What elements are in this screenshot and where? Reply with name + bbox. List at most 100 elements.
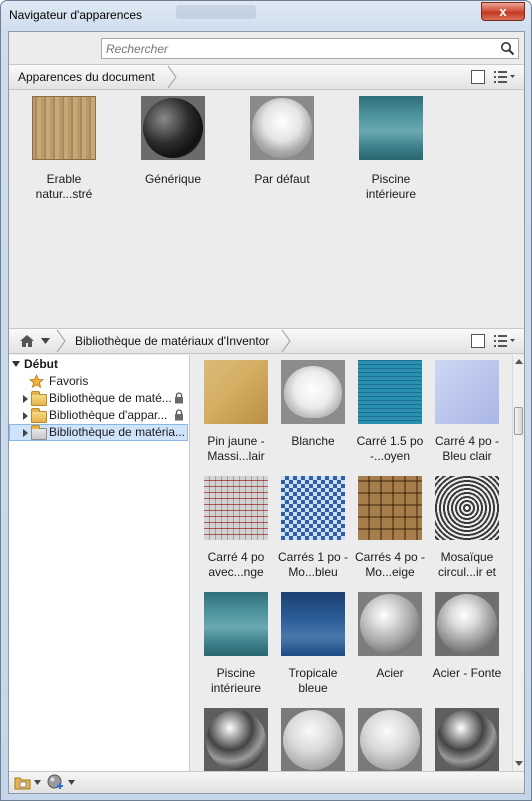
material-label: Carré 4 po - Bleu clair: [434, 434, 500, 463]
material-tile[interactable]: Carré 1.5 po -...oyen: [352, 360, 428, 464]
material-thumbnail[interactable]: [204, 360, 268, 424]
close-button[interactable]: x: [481, 2, 525, 21]
material-tile[interactable]: [352, 708, 428, 771]
material-label: Carrés 4 po - Mo...eige: [354, 550, 426, 579]
material-thumbnail[interactable]: [204, 476, 268, 540]
background-title-ghost: [176, 5, 256, 19]
document-appearances: Erable natur...stré Générique Par défaut…: [9, 93, 524, 329]
material-label: Mosaïque circul...ir et: [437, 550, 496, 579]
material-tile[interactable]: Mosaïque circul...ir et: [429, 476, 505, 580]
appearance-thumbnail[interactable]: [359, 96, 423, 160]
material-tile[interactable]: Pin jaune - Massi...lair: [198, 360, 274, 464]
material-grid: Pin jaune - Massi...lair Blanche Carré 1…: [191, 355, 511, 771]
material-thumbnail[interactable]: [204, 592, 268, 656]
material-tile[interactable]: Carrés 1 po - Mo...bleu: [275, 476, 351, 580]
tree-item-library-3[interactable]: Bibliothèque de matéria...: [9, 424, 188, 441]
expand-right-icon[interactable]: [23, 395, 28, 403]
material-tile[interactable]: Acier: [352, 592, 428, 681]
appearance-label: Par défaut: [254, 172, 310, 186]
document-toolbar: Apparences du document: [9, 64, 524, 90]
client-area: Apparences du document Erable natur...st…: [8, 31, 525, 794]
material-tile[interactable]: [275, 708, 351, 771]
material-label: Pin jaune - Massi...lair: [207, 434, 265, 463]
tree-item-favoris[interactable]: Favoris: [9, 373, 189, 390]
tree-item-library-1[interactable]: Bibliothèque de maté...: [9, 390, 189, 407]
material-thumbnail[interactable]: [281, 476, 345, 540]
material-thumbnail[interactable]: [358, 708, 422, 771]
folder-icon: [31, 391, 47, 406]
appearance-thumbnail[interactable]: [250, 96, 314, 160]
material-tile[interactable]: [198, 708, 274, 771]
tree-item-library-2[interactable]: Bibliothèque d'appar...: [9, 407, 189, 424]
material-tile[interactable]: Piscine intérieure: [198, 592, 274, 696]
library-manager-icon[interactable]: [14, 775, 32, 790]
tree-item-label: Bibliothèque de matéria...: [49, 425, 186, 439]
title-bar: Navigateur d'apparences x: [1, 1, 531, 31]
appearance-tile[interactable]: Erable natur...stré: [19, 96, 109, 202]
material-thumbnail[interactable]: [435, 360, 499, 424]
expand-right-icon[interactable]: [23, 412, 28, 420]
scroll-up-icon[interactable]: [515, 359, 523, 364]
window-title: Navigateur d'apparences: [9, 8, 143, 22]
breadcrumb-chevron-icon: [56, 329, 66, 353]
panel-view-icon[interactable]: [471, 70, 485, 84]
material-thumbnail[interactable]: [281, 708, 345, 771]
star-icon: [29, 374, 44, 389]
chevron-down-icon[interactable]: [68, 780, 75, 785]
breadcrumb-chevron-icon[interactable]: [280, 329, 292, 353]
document-breadcrumb[interactable]: Apparences du document: [18, 65, 155, 89]
appearance-thumbnail[interactable]: [141, 96, 205, 160]
scrollbar-thumb[interactable]: [514, 407, 523, 435]
list-options-icon[interactable]: [494, 334, 516, 348]
breadcrumb-chevron-icon: [167, 65, 177, 89]
scroll-down-icon[interactable]: [515, 761, 523, 766]
material-label: Piscine intérieure: [210, 666, 262, 695]
vertical-scrollbar[interactable]: [512, 355, 524, 771]
material-thumbnail[interactable]: [435, 476, 499, 540]
tree-item-label: Favoris: [49, 374, 89, 388]
panel-view-icon[interactable]: [471, 334, 485, 348]
expand-down-icon[interactable]: [12, 361, 20, 367]
search-icon[interactable]: [500, 41, 515, 56]
material-thumbnail[interactable]: [281, 360, 345, 424]
material-thumbnail[interactable]: [358, 592, 422, 656]
material-thumbnail[interactable]: [358, 476, 422, 540]
library-breadcrumb[interactable]: Bibliothèque de matériaux d'Inventor: [75, 329, 269, 353]
chevron-down-icon[interactable]: [41, 338, 50, 344]
material-label: Blanche: [291, 434, 335, 448]
lock-icon: [175, 409, 183, 421]
material-thumbnail[interactable]: [281, 592, 345, 656]
appearance-tile[interactable]: Piscine intérieure: [346, 96, 436, 202]
bottom-toolbar: [9, 771, 524, 793]
create-material-icon[interactable]: [47, 774, 64, 791]
appearance-label: Erable natur...stré: [35, 172, 93, 201]
list-options-icon[interactable]: [494, 70, 516, 84]
close-icon[interactable]: x: [499, 4, 506, 19]
chevron-down-icon[interactable]: [34, 780, 41, 785]
material-label: Carré 4 po avec...nge: [207, 550, 265, 579]
home-icon[interactable]: [19, 334, 35, 348]
appearance-thumbnail[interactable]: [32, 96, 96, 160]
material-tile[interactable]: Acier - Fonte: [429, 592, 505, 681]
material-tile[interactable]: Tropicale bleue: [275, 592, 351, 696]
appearance-tile[interactable]: Par défaut: [237, 96, 327, 187]
material-thumbnail[interactable]: [204, 708, 268, 771]
material-thumbnail[interactable]: [435, 592, 499, 656]
material-tile[interactable]: Carrés 4 po - Mo...eige: [352, 476, 428, 580]
material-tile[interactable]: Carré 4 po avec...nge: [198, 476, 274, 580]
material-thumbnail[interactable]: [435, 708, 499, 771]
material-tile[interactable]: Carré 4 po - Bleu clair: [429, 360, 505, 464]
library-tree: Début Favoris Bibliothèque de maté... Bi…: [9, 355, 190, 771]
expand-right-icon[interactable]: [23, 429, 28, 437]
material-tile[interactable]: [429, 708, 505, 771]
material-tile[interactable]: Blanche: [275, 360, 351, 449]
tree-root[interactable]: Début: [9, 356, 189, 373]
folder-icon: [31, 408, 47, 423]
material-label: Carrés 1 po - Mo...bleu: [277, 550, 349, 579]
appearance-tile[interactable]: Générique: [128, 96, 218, 187]
tree-item-label: Bibliothèque d'appar...: [49, 408, 168, 422]
material-thumbnail[interactable]: [358, 360, 422, 424]
appearance-label: Générique: [144, 172, 202, 186]
search-box[interactable]: [101, 38, 519, 59]
search-input[interactable]: [106, 41, 496, 56]
